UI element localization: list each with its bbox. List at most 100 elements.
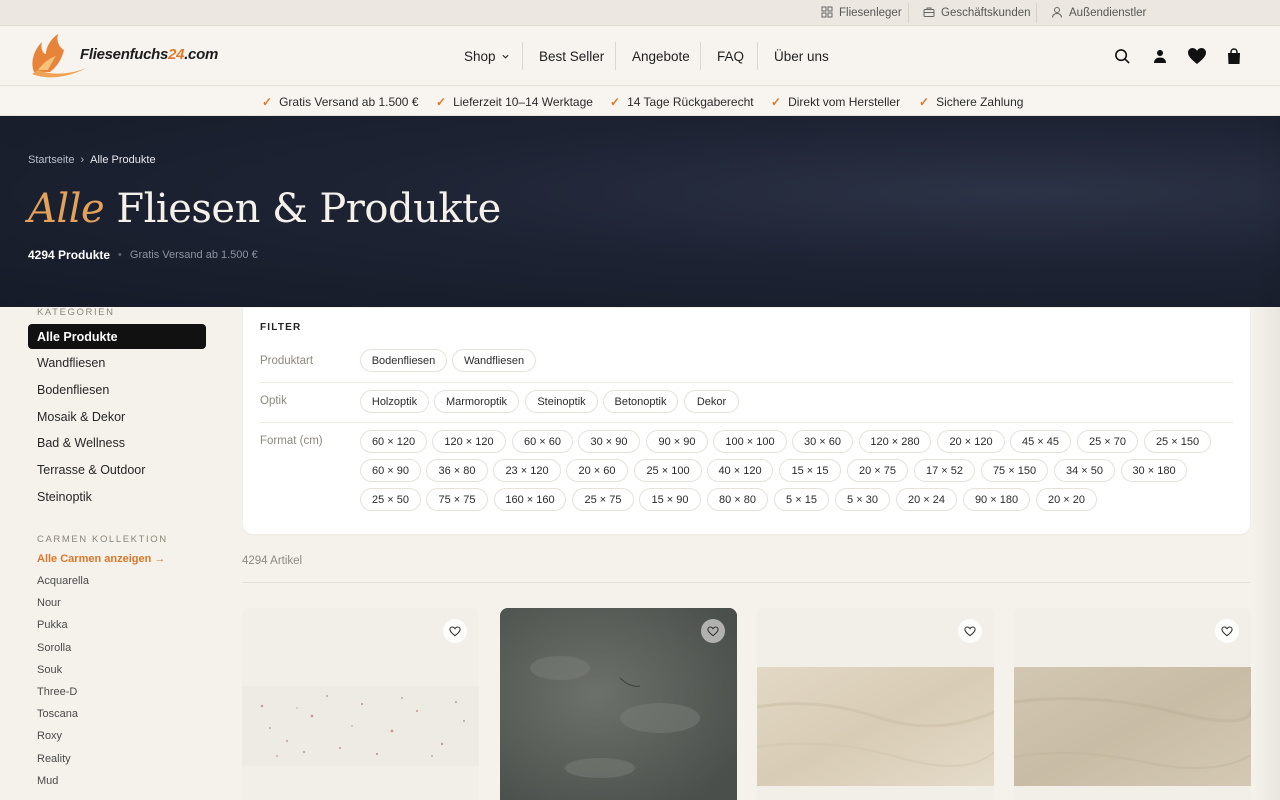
filter-label-format: Format (cm)	[260, 435, 323, 447]
wishlist-heart-icon[interactable]	[1215, 619, 1239, 643]
filter-chip[interactable]: Holzoptik	[360, 390, 429, 413]
filter-chip[interactable]: Marmoroptik	[434, 390, 519, 413]
filter-chip[interactable]: 15 × 15	[779, 459, 841, 482]
filter-chip[interactable]: 40 × 120	[707, 459, 773, 482]
collection-item[interactable]: Sorolla	[37, 642, 71, 654]
nav-ueber-uns[interactable]: Über uns	[774, 26, 829, 86]
filter-chip[interactable]: 20 × 120	[937, 430, 1005, 453]
filter-chip[interactable]: 20 × 60	[566, 459, 628, 482]
filter-chip[interactable]: Wandfliesen	[452, 349, 536, 372]
filter-chip[interactable]: 90 × 180	[963, 488, 1030, 511]
product-image	[757, 667, 994, 786]
check-icon: ✓	[919, 94, 930, 109]
wishlist-heart-icon[interactable]	[701, 619, 725, 643]
filter-chip[interactable]: 34 × 50	[1054, 459, 1115, 482]
filter-chip[interactable]: 5 × 15	[774, 488, 829, 511]
util-label: Außendienstler	[1069, 7, 1147, 19]
collection-item[interactable]: Mud	[37, 775, 58, 787]
filter-chip[interactable]: 25 × 75	[572, 488, 634, 511]
chevron-down-icon	[501, 49, 510, 64]
filter-chip[interactable]: 60 × 60	[512, 430, 573, 453]
filter-chip[interactable]: 120 × 280	[859, 430, 931, 453]
wishlist-heart-icon[interactable]	[443, 619, 467, 643]
hero-meta: 4294 Produkte • Gratis Versand ab 1.500 …	[28, 248, 258, 262]
util-link-geschaeftskunden[interactable]: Geschäftskunden	[923, 0, 1031, 26]
collection-item[interactable]: Acquarella	[37, 575, 89, 587]
logo-wordmark: Fliesenfuchs24.com	[80, 46, 218, 63]
collection-show-all-link[interactable]: Alle Carmen anzeigen →	[37, 553, 165, 565]
scroll-shadow	[1252, 116, 1280, 800]
filter-chip[interactable]: 25 × 50	[360, 488, 421, 511]
category-wandfliesen[interactable]: Wandfliesen	[28, 350, 206, 375]
category-alle-produkte[interactable]: Alle Produkte	[28, 324, 206, 349]
filter-chip[interactable]: Bodenfliesen	[360, 349, 447, 372]
util-link-fliesenleger[interactable]: Fliesenleger	[821, 0, 902, 26]
collection-item[interactable]: Roxy	[37, 730, 62, 742]
filter-chip[interactable]: 90 × 90	[646, 430, 708, 453]
account-icon[interactable]	[1150, 46, 1170, 66]
shipping-note: Gratis Versand ab 1.500 €	[129, 249, 258, 261]
filter-chip[interactable]: Dekor	[684, 390, 739, 413]
filter-chip[interactable]: 75 × 75	[426, 488, 488, 511]
filter-chip[interactable]: 60 × 120	[360, 430, 427, 453]
filter-chip[interactable]: 80 × 80	[707, 488, 768, 511]
category-bad-wellness[interactable]: Bad & Wellness	[28, 430, 206, 455]
filter-chip[interactable]: 25 × 150	[1144, 430, 1211, 453]
product-card[interactable]	[1014, 608, 1251, 800]
nav-best-seller[interactable]: Best Seller	[539, 26, 604, 86]
breadcrumb-home[interactable]: Startseite	[28, 154, 74, 166]
filter-chip[interactable]: 160 × 160	[494, 488, 566, 511]
product-card[interactable]	[757, 608, 994, 800]
filter-chip[interactable]: 120 × 120	[432, 430, 506, 453]
filter-chip[interactable]: 30 × 180	[1121, 459, 1187, 482]
product-image	[1014, 667, 1251, 786]
filter-chip[interactable]: 5 × 30	[835, 488, 890, 511]
util-label: Geschäftskunden	[941, 7, 1031, 19]
filter-chip[interactable]: 45 × 45	[1010, 430, 1071, 453]
category-mosaik-dekor[interactable]: Mosaik & Dekor	[28, 404, 206, 429]
filter-chip[interactable]: 30 × 90	[578, 430, 640, 453]
util-link-aussendienstler[interactable]: Außendienstler	[1051, 0, 1146, 26]
filter-chip[interactable]: 20 × 24	[896, 488, 957, 511]
collection-item[interactable]: Pukka	[37, 619, 68, 631]
filter-chip[interactable]: 100 × 100	[713, 430, 787, 453]
product-image	[500, 608, 737, 800]
product-card[interactable]	[500, 608, 737, 800]
wishlist-heart-icon[interactable]	[958, 619, 982, 643]
breadcrumb-separator: ›	[80, 154, 85, 166]
nav-shop[interactable]: Shop	[464, 26, 510, 86]
filter-chip[interactable]: 25 × 100	[634, 459, 702, 482]
filter-chip[interactable]: Steinoptik	[525, 390, 598, 413]
site-logo[interactable]: Fliesenfuchs24.com	[28, 30, 218, 82]
nav-angebote[interactable]: Angebote	[632, 26, 690, 86]
collection-item[interactable]: Nour	[37, 597, 61, 609]
collection-item[interactable]: Toscana	[37, 708, 78, 720]
filter-chip[interactable]: 20 × 20	[1036, 488, 1097, 511]
collection-item[interactable]: Three-D	[37, 686, 77, 698]
filter-chip[interactable]: Betonoptik	[603, 390, 678, 413]
category-bodenfliesen[interactable]: Bodenfliesen	[28, 377, 206, 402]
category-terrasse-outdoor[interactable]: Terrasse & Outdoor	[28, 457, 206, 482]
category-steinoptik[interactable]: Steinoptik	[28, 484, 206, 509]
nav-faq[interactable]: FAQ	[717, 26, 744, 86]
filter-chip[interactable]: 60 × 90	[360, 459, 421, 482]
wishlist-heart-icon[interactable]	[1187, 46, 1207, 66]
filter-chip[interactable]: 15 × 90	[639, 488, 701, 511]
cart-bag-icon[interactable]	[1224, 46, 1244, 66]
trust-item: ✓ Gratis Versand ab 1.500 €	[262, 94, 419, 109]
product-card[interactable]	[242, 608, 479, 800]
filter-chip[interactable]: 25 × 70	[1077, 430, 1138, 453]
collection-item[interactable]: Souk	[37, 664, 62, 676]
filter-chip[interactable]: 36 × 80	[426, 459, 488, 482]
trust-item: ✓ 14 Tage Rückgaberecht	[610, 94, 754, 109]
filter-chip[interactable]: 30 × 60	[792, 430, 853, 453]
filter-chip[interactable]: 75 × 150	[981, 459, 1048, 482]
collection-item[interactable]: Reality	[37, 753, 71, 765]
filter-chip[interactable]: 17 × 52	[914, 459, 975, 482]
hero-banner: Startseite › Alle Produkte Alle Fliesen …	[0, 116, 1280, 307]
search-icon[interactable]	[1112, 46, 1132, 66]
check-icon: ✓	[436, 94, 447, 109]
filter-chip[interactable]: 23 × 120	[493, 459, 561, 482]
filter-chip[interactable]: 20 × 75	[847, 459, 908, 482]
breadcrumb-current: Alle Produkte	[90, 154, 156, 166]
